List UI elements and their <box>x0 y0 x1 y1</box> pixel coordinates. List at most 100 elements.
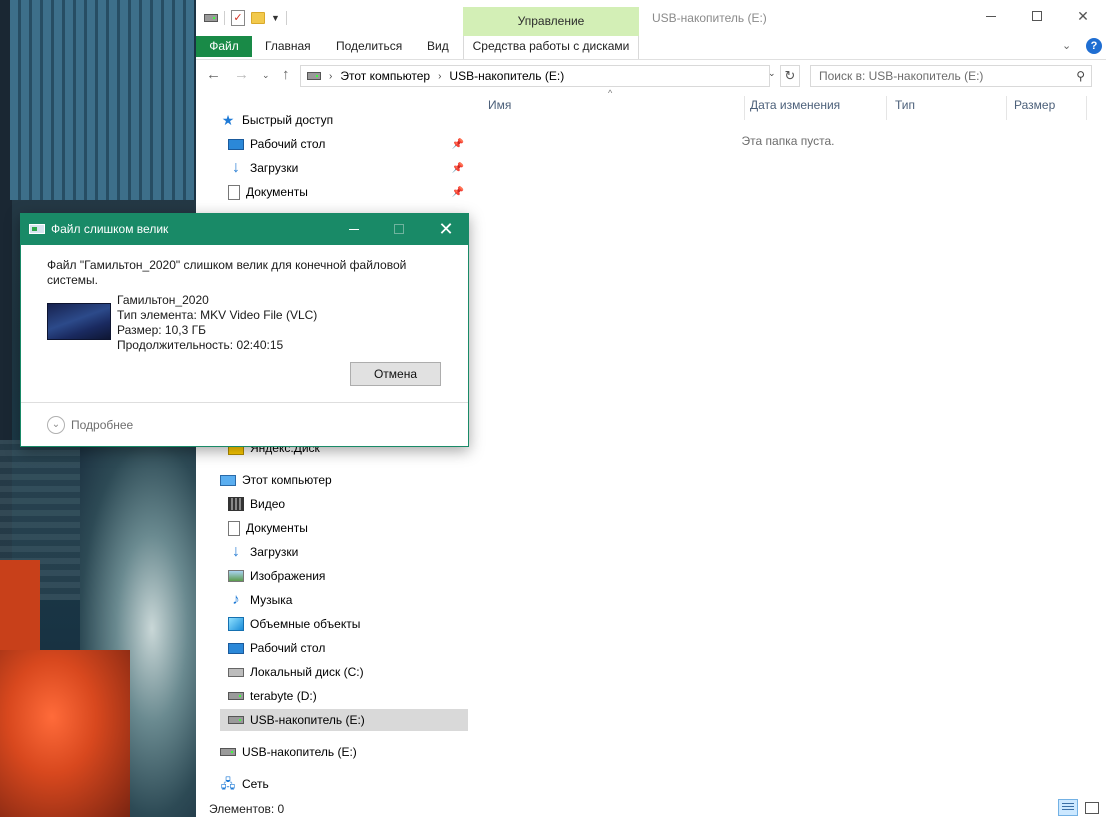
pin-icon[interactable]: 📌 <box>452 187 464 198</box>
file-size: Размер: 10,3 ГБ <box>117 323 206 337</box>
file-name: Гамильтон_2020 <box>117 293 209 307</box>
network-icon: 🖧 <box>220 776 236 791</box>
close-icon: ✕ <box>1077 7 1089 24</box>
item-count: Элементов: 0 <box>209 802 285 816</box>
column-header-size[interactable]: Размер <box>1014 98 1055 112</box>
desktop-icon <box>228 138 244 150</box>
ribbon-tabs: Файл Главная Поделиться Вид Средства раб… <box>196 36 1106 60</box>
nav-this-pc[interactable]: Этот компьютер <box>220 469 460 491</box>
status-bar: Элементов: 0 <box>196 797 1106 817</box>
address-bar[interactable]: › Этот компьютер › USB-накопитель (E:) <box>300 65 770 87</box>
recent-locations-icon[interactable]: ⌄ <box>262 70 270 81</box>
chevron-down-icon[interactable]: ⌄ <box>1062 39 1071 52</box>
search-icon: ⚲ <box>1076 69 1085 83</box>
nav-qa-downloads[interactable]: ↓ Загрузки 📌 <box>228 157 468 179</box>
minimize-button[interactable] <box>968 0 1014 32</box>
maximize-icon <box>1032 11 1042 21</box>
computer-icon <box>220 474 236 486</box>
forward-button[interactable]: → <box>234 66 249 83</box>
dialog-close-button[interactable]: ✕ <box>431 218 461 240</box>
search-input[interactable]: Поиск в: USB-накопитель (E:) ⚲ <box>810 65 1092 87</box>
nav-quick-access[interactable]: ★ Быстрый доступ <box>220 109 460 131</box>
column-divider[interactable] <box>744 96 745 120</box>
nav-label: Этот компьютер <box>242 473 332 487</box>
close-button[interactable]: ✕ <box>1060 0 1106 32</box>
customize-toolbar-icon[interactable]: ▼ <box>271 13 280 23</box>
pin-icon[interactable]: 📌 <box>452 139 464 150</box>
nav-label: Музыка <box>250 593 293 607</box>
star-icon: ★ <box>221 112 235 128</box>
search-placeholder: Поиск в: USB-накопитель (E:) <box>819 69 984 83</box>
nav-qa-documents[interactable]: Документы 📌 <box>228 181 468 203</box>
column-header-type[interactable]: Тип <box>895 98 915 112</box>
breadcrumb-separator-icon[interactable]: › <box>438 71 441 82</box>
nav-label: Быстрый доступ <box>242 113 334 127</box>
breadcrumb-separator-icon[interactable]: › <box>329 71 332 82</box>
nav-pc-desktop[interactable]: Рабочий стол <box>228 637 468 659</box>
nav-pc-3d-objects[interactable]: Объемные объекты <box>228 613 468 635</box>
file-list: ^ Имя Дата изменения Тип Размер Эта папк… <box>470 88 1106 797</box>
file-too-large-dialog: Файл слишком велик ✕ Файл "Гамильтон_202… <box>20 213 469 447</box>
help-icon[interactable]: ? <box>1086 38 1102 54</box>
nav-pc-downloads[interactable]: ↓ Загрузки <box>228 541 468 563</box>
column-header-name[interactable]: Имя <box>488 98 511 112</box>
empty-folder-message: Эта папка пуста. <box>741 134 835 148</box>
local-disk-icon <box>228 667 244 677</box>
nav-label: terabyte (D:) <box>250 689 317 703</box>
nav-usb-root[interactable]: USB-накопитель (E:) <box>220 741 460 763</box>
refresh-button[interactable]: ↻ <box>780 65 800 87</box>
window-title: USB-накопитель (E:) <box>652 11 767 25</box>
tab-view[interactable]: Вид <box>427 36 449 57</box>
nav-label: Сеть <box>242 777 269 791</box>
nav-label: USB-накопитель (E:) <box>242 745 357 759</box>
dialog-maximize-button <box>394 224 404 234</box>
drive-icon <box>307 72 321 80</box>
nav-label: Загрузки <box>250 161 299 175</box>
nav-pc-documents[interactable]: Документы <box>228 517 468 539</box>
nav-label: Загрузки <box>250 545 299 559</box>
nav-label: Видео <box>250 497 286 511</box>
column-divider[interactable] <box>1086 96 1087 120</box>
breadcrumb-usb-drive[interactable]: USB-накопитель (E:) <box>449 69 564 83</box>
file-system-icon <box>29 224 45 234</box>
dialog-minimize-button[interactable] <box>349 229 359 230</box>
nav-pc-terabyte-d[interactable]: terabyte (D:) <box>228 685 468 707</box>
nav-pc-music[interactable]: ♪ Музыка <box>228 589 468 611</box>
tab-home[interactable]: Главная <box>265 36 311 57</box>
wallpaper-chair <box>0 650 130 817</box>
nav-pc-usb-e[interactable]: USB-накопитель (E:) <box>220 709 468 731</box>
pin-icon[interactable]: 📌 <box>452 163 464 174</box>
nav-pc-local-disk-c[interactable]: Локальный диск (C:) <box>228 661 468 683</box>
nav-label: Локальный диск (C:) <box>250 665 364 679</box>
music-icon: ♪ <box>232 591 240 608</box>
maximize-button[interactable] <box>1014 0 1060 32</box>
address-dropdown-icon[interactable]: ⌄ <box>768 68 776 79</box>
context-tab-group-manage: Управление <box>463 7 639 36</box>
more-details-toggle[interactable]: ⌄ Подробнее <box>47 416 133 434</box>
up-button[interactable]: ↑ <box>282 66 290 83</box>
drive-icon <box>204 14 218 22</box>
column-divider[interactable] <box>1006 96 1007 120</box>
breadcrumb-this-pc[interactable]: Этот компьютер <box>340 69 430 83</box>
details-view-icon[interactable] <box>1058 799 1078 816</box>
nav-pc-videos[interactable]: Видео <box>228 493 468 515</box>
properties-icon[interactable]: ✓ <box>231 10 245 26</box>
toolbar-separator <box>224 11 225 25</box>
tab-share[interactable]: Поделиться <box>336 36 402 57</box>
drive-icon <box>228 692 244 700</box>
nav-label: Документы <box>246 521 308 535</box>
documents-icon <box>228 184 240 200</box>
cancel-button[interactable]: Отмена <box>350 362 441 386</box>
column-divider[interactable] <box>886 96 887 120</box>
tab-file[interactable]: Файл <box>196 36 252 57</box>
documents-icon <box>228 520 240 536</box>
back-button[interactable]: ← <box>206 66 221 83</box>
column-header-date[interactable]: Дата изменения <box>750 98 840 112</box>
new-folder-icon[interactable] <box>251 12 265 24</box>
nav-qa-desktop[interactable]: Рабочий стол 📌 <box>228 133 468 155</box>
nav-pc-pictures[interactable]: Изображения <box>228 565 468 587</box>
sort-arrow-icon: ^ <box>608 88 613 98</box>
large-icons-view-icon[interactable] <box>1082 799 1102 816</box>
tab-disk-tools[interactable]: Средства работы с дисками <box>463 36 639 59</box>
nav-network[interactable]: 🖧 Сеть <box>220 773 460 795</box>
